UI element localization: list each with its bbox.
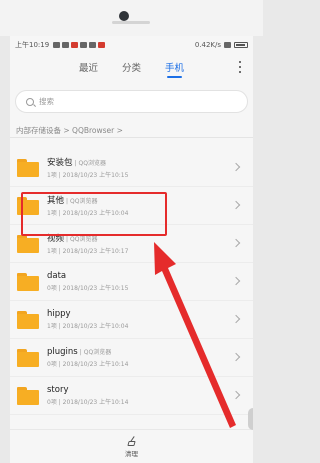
- annotation-arrow: [154, 242, 236, 428]
- annotation-arrow-shape: [154, 242, 236, 428]
